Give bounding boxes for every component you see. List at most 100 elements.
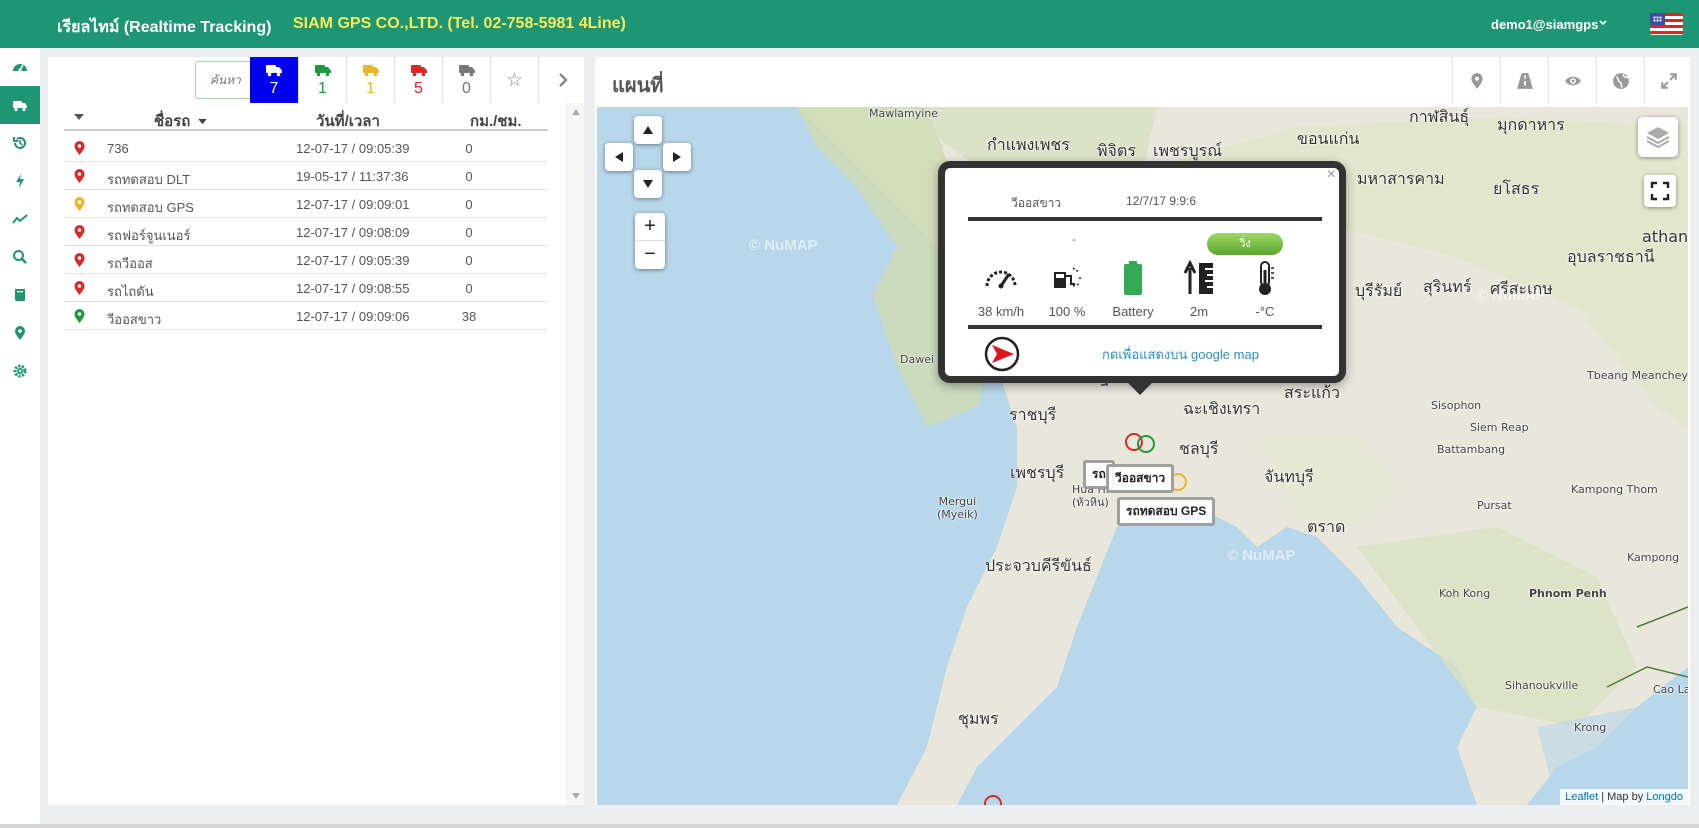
zoom-out-button[interactable]: − [635, 241, 665, 269]
fullscreen-button[interactable] [1644, 175, 1676, 207]
collapse-panel-button[interactable] [538, 57, 586, 103]
vehicle-map-label[interactable]: รถทดสอบ GPS [1117, 497, 1216, 526]
vehicle-speed: 0 [465, 253, 473, 268]
table-row[interactable]: รถวีออส 12-07-17 / 09:05:39 0 [64, 246, 548, 274]
chevron-down-icon[interactable] [1598, 18, 1608, 28]
map-canvas[interactable]: © NuMAP © NuMAP © NuMAP Mawlamyine กำแพง… [597, 107, 1688, 805]
map-label: Mawlamyine [869, 107, 939, 120]
table-row[interactable]: 736 12-07-17 / 09:05:39 0 [64, 134, 548, 162]
arrow-up-icon [643, 126, 653, 134]
nav-history[interactable] [0, 124, 40, 162]
map-watermark: © NuMAP [1227, 547, 1296, 564]
table-row[interactable]: รถทดสอบ GPS 12-07-17 / 09:09:01 0 [64, 190, 548, 218]
map-pin-icon [74, 281, 85, 295]
nav-settings[interactable] [0, 352, 40, 390]
map-label: Tbeang Meanchey (Tbeang Meanchey) [1587, 369, 1688, 382]
map-pin-icon [74, 141, 85, 155]
map-tool-expand[interactable] [1644, 57, 1692, 105]
battery-gauge: Battery [1103, 260, 1163, 319]
pin-icon [15, 326, 25, 340]
arrow-right-icon [673, 152, 681, 162]
map-label: ศรีสะเกษ [1490, 279, 1553, 298]
globe-icon [1612, 73, 1629, 89]
leaflet-link[interactable]: Leaflet [1565, 791, 1598, 803]
filter-stopped[interactable]: 5 [394, 57, 442, 103]
close-icon[interactable]: × [1327, 166, 1336, 184]
vehicle-table-header: ชื่อรถ วันที่/เวลา กม./ชม. [64, 103, 548, 131]
chevron-right-icon [558, 73, 568, 87]
zoom-in-button[interactable]: + [635, 213, 665, 241]
speed-gauge: 38 km/h [971, 260, 1031, 319]
map-label: ประจวบคีรีขันธ์ [985, 556, 1092, 575]
filter-count: 5 [414, 80, 423, 97]
map-label: Pursat [1477, 499, 1512, 512]
filter-all[interactable]: 7 [250, 57, 298, 103]
vehicle-name: รถฟอร์จูนเนอร์ [107, 228, 191, 243]
side-navigation [0, 48, 40, 828]
nav-reports[interactable] [0, 200, 40, 238]
search-icon [13, 250, 27, 264]
table-row[interactable]: วีออสขาว 12-07-17 / 09:09:06 38 [64, 302, 548, 330]
nav-book[interactable] [0, 276, 40, 314]
nav-places[interactable] [0, 314, 40, 352]
us-flag-icon[interactable] [1650, 13, 1683, 35]
nav-events[interactable] [0, 162, 40, 200]
map-tool-road[interactable] [1500, 57, 1548, 105]
map-label: บุรีรัมย์ [1355, 281, 1403, 300]
column-datetime[interactable]: วันที่/เวลา [316, 109, 380, 133]
altitude-value: 2m [1189, 304, 1209, 319]
map-label: Siem Reap [1470, 421, 1529, 434]
vehicle-datetime: 12-07-17 / 09:09:06 [296, 309, 410, 324]
filter-idle[interactable]: 1 [346, 57, 394, 103]
map-label: ตราด [1307, 517, 1346, 536]
column-name[interactable]: ชื่อรถ [154, 109, 207, 133]
altitude-icon [1183, 260, 1213, 294]
filter-offline[interactable]: 0 [442, 57, 490, 103]
map-label: Battambang [1437, 443, 1506, 456]
map-tool-eye[interactable] [1548, 57, 1596, 105]
column-speed[interactable]: กม./ชม. [470, 109, 522, 133]
vehicle-datetime: 12-07-17 / 09:05:39 [296, 253, 410, 268]
nav-search[interactable] [0, 238, 40, 276]
pan-left-button[interactable] [605, 143, 633, 171]
status-badge: วิ่ง [1207, 233, 1283, 255]
map-label: ยโสธร [1493, 179, 1540, 198]
google-map-link[interactable]: กดเพื่อแสดงบน google map [1102, 344, 1259, 365]
sort-caret-icon [197, 119, 207, 125]
vehicle-name: รถวีออส [107, 256, 153, 271]
lightning-icon [16, 174, 24, 188]
truck-icon [458, 65, 475, 77]
attribution-separator: | Map by [1598, 791, 1647, 803]
table-row[interactable]: รถฟอร์จูนเนอร์ 12-07-17 / 09:08:09 0 [64, 218, 548, 246]
scroll-down-arrow[interactable] [572, 793, 580, 799]
truck-icon [410, 65, 427, 77]
filter-moving[interactable]: 1 [298, 57, 346, 103]
map-pin-icon [74, 253, 85, 267]
pan-up-button[interactable] [634, 116, 662, 144]
popup-dash: - [1072, 234, 1076, 246]
table-row[interactable]: รถทดสอบ DLT 19-05-17 / 11:37:36 0 [64, 162, 548, 190]
pan-right-button[interactable] [663, 143, 691, 171]
app-title: เรียลไทม์ (Realtime Tracking) [57, 19, 272, 36]
nav-dashboard[interactable] [0, 48, 40, 86]
temperature-value: -°C [1255, 304, 1275, 319]
caret-down-icon[interactable] [74, 114, 84, 121]
vertical-scrollbar[interactable] [566, 103, 584, 805]
history-icon [13, 137, 26, 149]
map-tool-pin[interactable] [1452, 57, 1500, 105]
table-row[interactable]: รถไถดัน 12-07-17 / 09:08:55 0 [64, 274, 548, 302]
dashboard-icon [13, 64, 27, 72]
filter-favorite[interactable]: ☆ [490, 57, 538, 103]
pan-down-button[interactable] [634, 170, 662, 198]
vehicle-marker[interactable] [1137, 435, 1155, 453]
horizontal-scrollbar[interactable] [0, 824, 1699, 828]
scroll-up-arrow[interactable] [572, 109, 580, 115]
user-menu[interactable]: demo1@siamgps [1491, 17, 1598, 32]
fuel-value: 100 % [1048, 304, 1086, 319]
map-label: มุกดาหาร [1497, 115, 1565, 134]
layers-button[interactable] [1638, 117, 1678, 157]
nav-realtime[interactable] [0, 86, 40, 124]
vehicle-map-label[interactable]: วีออสขาว [1106, 464, 1175, 493]
map-tool-globe[interactable] [1596, 57, 1644, 105]
longdo-link[interactable]: Longdo [1646, 791, 1683, 803]
